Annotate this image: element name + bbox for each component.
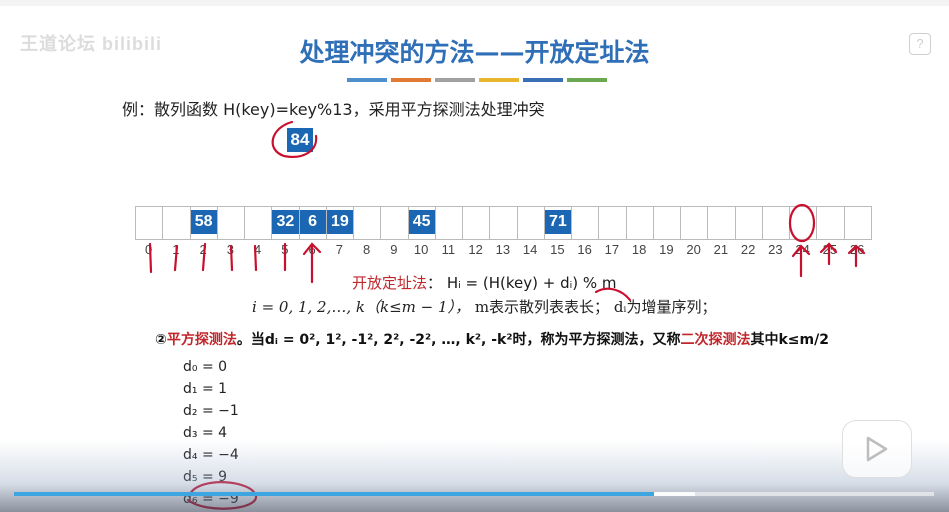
- hash-slot-index: 19: [659, 242, 674, 257]
- hash-slot: 19: [326, 207, 354, 239]
- formula-d-desc: dᵢ为增量序列；: [613, 298, 717, 316]
- rule-text-2: 其中k≤m/2: [750, 332, 829, 348]
- video-progress-bar[interactable]: [14, 492, 655, 496]
- hash-slot: [736, 207, 763, 239]
- formula-m-desc: m表示散列表表长；: [474, 298, 610, 316]
- hash-slot: [518, 207, 545, 239]
- hash-slot: [163, 207, 191, 239]
- hash-slot-index: 9: [390, 242, 398, 257]
- rule-prefix: ②: [155, 332, 167, 348]
- hash-slot-key: 6: [299, 210, 326, 234]
- hash-slot: [136, 207, 164, 239]
- hash-slot: [245, 207, 273, 239]
- hash-slot-index: 11: [441, 242, 456, 257]
- formula-line-1: 开放定址法： Hᵢ = (H(key) + dᵢ) % m: [352, 272, 617, 293]
- hash-slot-key: 71: [544, 210, 571, 234]
- hash-slot-index: 1: [172, 242, 180, 257]
- hash-slot: [354, 207, 382, 239]
- hash-slot: 58: [190, 207, 218, 239]
- hash-slot-index: 16: [577, 242, 592, 257]
- hash-slot-index: 26: [849, 242, 865, 257]
- hash-slot: [763, 207, 790, 239]
- hash-slot: [463, 207, 491, 239]
- hash-slot-index: 13: [495, 242, 511, 257]
- title-stripe: [479, 78, 519, 82]
- hash-slot: [681, 207, 709, 239]
- hash-slot-index: 25: [822, 242, 838, 257]
- hash-slot-index: 15: [550, 242, 565, 257]
- hash-slot: [708, 207, 736, 239]
- title-stripe: [567, 78, 607, 82]
- hash-slot-index: 0: [145, 242, 153, 257]
- hash-slot-index: 20: [686, 242, 701, 257]
- hash-slot: [218, 207, 245, 239]
- hash-slot: [599, 207, 627, 239]
- hash-slot: [790, 207, 818, 239]
- hash-slot-index: 12: [468, 242, 483, 257]
- hash-slot-index: 22: [740, 242, 756, 257]
- rule-text-1: 。当dᵢ = 0², 1², -1², 2², -2², …, k², -k²时…: [236, 332, 681, 348]
- title-stripe: [391, 78, 431, 82]
- play-icon: [866, 436, 888, 462]
- formula-range: i = 0, 1, 2,…, k（k≤m − 1），: [252, 298, 471, 316]
- d-sequence-item: d₂ = −1: [183, 403, 239, 419]
- hash-slot-index: 6: [308, 242, 316, 257]
- hash-slot-index: 21: [713, 242, 729, 257]
- hash-slot: [572, 207, 600, 239]
- title-stripe: [523, 78, 563, 82]
- hash-slot: 71: [544, 207, 572, 239]
- d-sequence-item: d₁ = 1: [183, 381, 228, 397]
- title-stripe: [347, 78, 387, 82]
- hash-slot: 32: [272, 207, 300, 239]
- formula-line-2: i = 0, 1, 2,…, k（k≤m − 1）， m表示散列表表长； dᵢ为…: [252, 296, 716, 317]
- hash-table-indices: 0 1 2 3 4 5 6 7 8 9 10 11 12 13 14 15 16 17 18 19 20 21 22 23 24…: [135, 242, 871, 257]
- title-color-stripes: [347, 78, 607, 82]
- hash-slot-index: 4: [254, 242, 262, 257]
- incoming-key: 84: [287, 128, 313, 152]
- quadratic-probing-rule: ②平方探测法。当dᵢ = 0², 1², -1², 2², -2², …, k²…: [155, 329, 829, 349]
- formula-expression: Hᵢ = (H(key) + dᵢ) % m: [446, 274, 617, 292]
- hash-slot-index: 24: [795, 242, 810, 257]
- title-stripe: [435, 78, 475, 82]
- hash-slot-index: 17: [604, 242, 620, 257]
- formula-label: 开放定址法: [352, 274, 428, 292]
- hash-slot: [845, 207, 872, 239]
- hash-slot: [627, 207, 654, 239]
- slide-title: 处理冲突的方法——开放定址法: [299, 38, 650, 67]
- hash-slot-index: 18: [631, 242, 647, 257]
- rule-name-2: 二次探测法: [680, 332, 751, 348]
- play-button[interactable]: [842, 420, 912, 478]
- hash-slot: 45: [408, 207, 436, 239]
- example-text: 例：散列函数 H(key)=key%13，采用平方探测法处理冲突: [122, 100, 545, 119]
- hash-slot-key: 45: [408, 210, 435, 234]
- hash-slot: [381, 207, 409, 239]
- hash-slot-index: 10: [413, 242, 429, 257]
- hash-slot-index: 8: [363, 242, 371, 257]
- d-sequence-item: d₀ = 0: [183, 359, 228, 375]
- hash-slot: [654, 207, 681, 239]
- hash-slot: 6: [299, 207, 327, 239]
- hash-slot-index: 23: [768, 242, 783, 257]
- top-band: [0, 0, 949, 6]
- hash-slot-index: 2: [199, 242, 207, 257]
- hash-slot: [490, 207, 518, 239]
- hash-slot-key: 32: [272, 210, 299, 234]
- hash-slot-key: 19: [326, 210, 353, 234]
- hash-slot-index: 5: [281, 242, 289, 257]
- video-bottom-overlay: [0, 440, 949, 512]
- hash-slot-index: 3: [226, 242, 234, 257]
- hash-slot: [436, 207, 463, 239]
- rule-name: 平方探测法: [166, 332, 237, 348]
- video-buffer-bar: [654, 492, 695, 496]
- hash-slot: [817, 207, 845, 239]
- hash-slot-index: 7: [335, 242, 343, 257]
- formula-colon: ：: [427, 274, 443, 292]
- hash-slot-key: 58: [190, 210, 217, 234]
- hash-slot-index: 14: [522, 242, 538, 257]
- hash-table: 58 32 6 19 45 71: [135, 206, 872, 240]
